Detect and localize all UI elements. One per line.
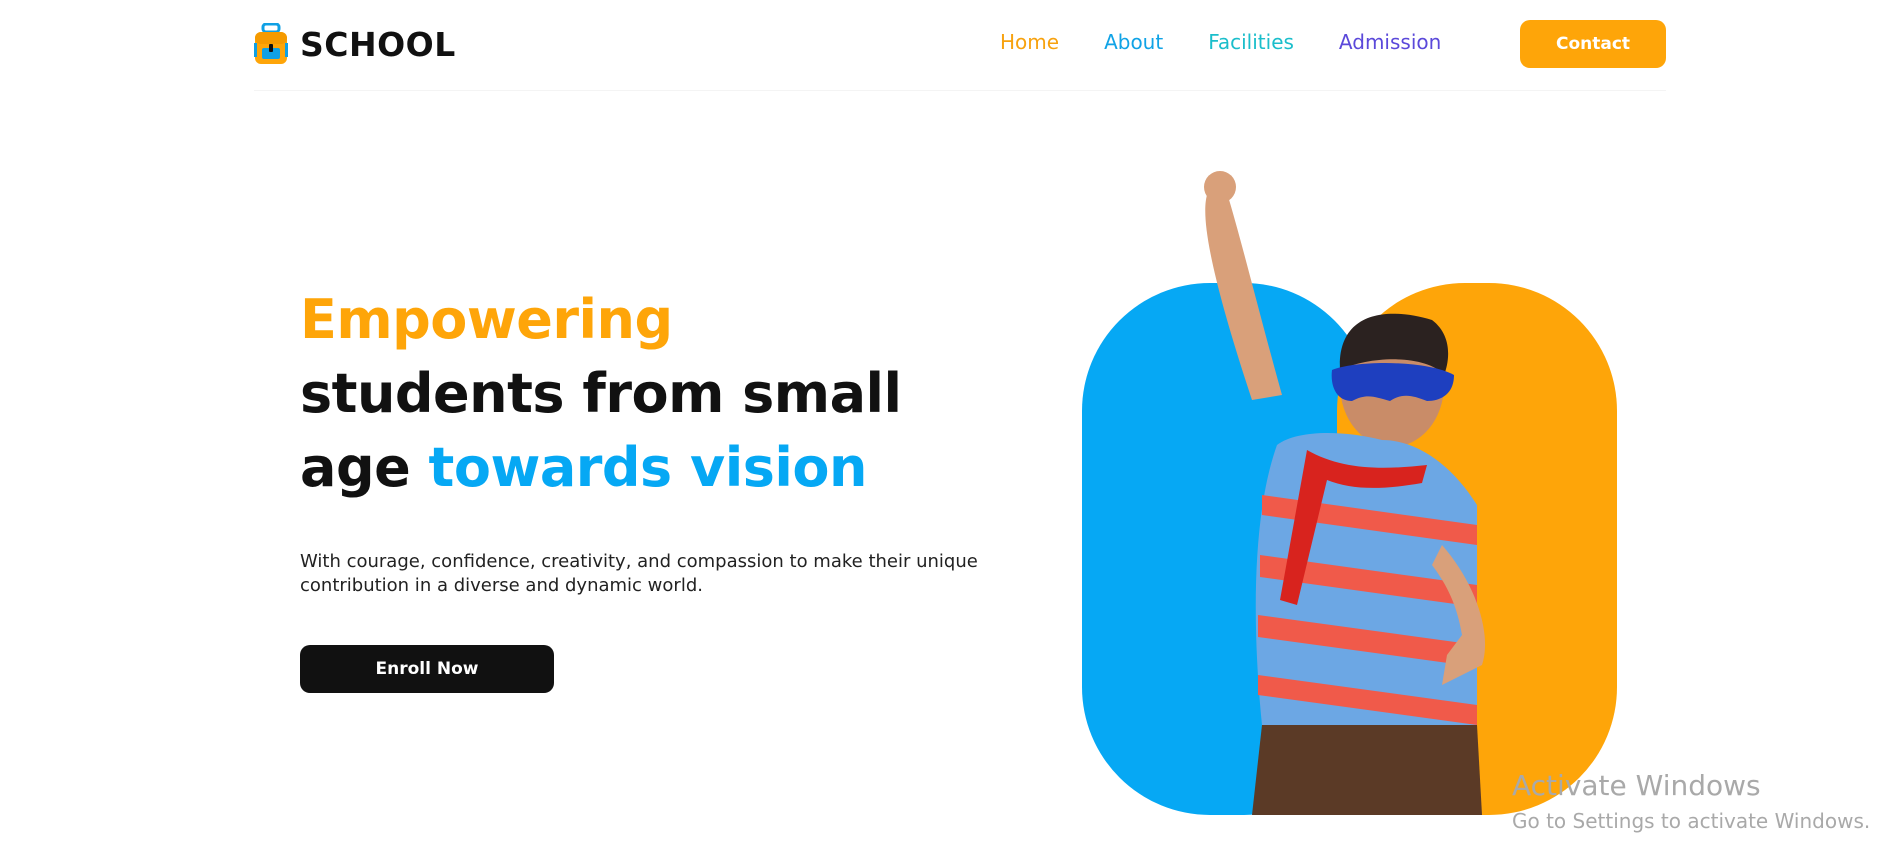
nav-link-admission[interactable]: Admission <box>1339 30 1441 54</box>
contact-button[interactable]: Contact <box>1520 20 1666 68</box>
hero-title-line-1: Empowering <box>300 288 673 351</box>
watermark-subtitle: Go to Settings to activate Windows. <box>1512 809 1871 833</box>
brand-name: SCHOOL <box>300 24 456 64</box>
backpack-icon <box>254 23 288 64</box>
brand-logo[interactable]: SCHOOL <box>254 22 456 66</box>
nav-link-facilities[interactable]: Facilities <box>1208 30 1294 54</box>
enroll-now-button[interactable]: Enroll Now <box>300 645 554 693</box>
nav-link-about[interactable]: About <box>1104 30 1163 54</box>
hero-title-line-2: students from small <box>300 362 902 425</box>
hero-title: Empowering students from small age towar… <box>300 283 1000 505</box>
windows-activation-watermark: Activate Windows Go to Settings to activ… <box>1512 768 1870 835</box>
navbar: SCHOOL Home About Facilities Admission C… <box>254 0 1666 91</box>
hero-title-line-3: age towards vision <box>300 431 1000 505</box>
hero-subtitle: With courage, confidence, creativity, an… <box>300 551 978 596</box>
nav-links: Home About Facilities Admission <box>1000 30 1441 54</box>
nav-link-home[interactable]: Home <box>1000 30 1059 54</box>
watermark-title: Activate Windows <box>1512 769 1761 802</box>
hero-title-highlight: towards vision <box>428 436 868 499</box>
hero-image <box>1082 171 1617 815</box>
hero-title-line-3-prefix: age <box>300 436 429 499</box>
